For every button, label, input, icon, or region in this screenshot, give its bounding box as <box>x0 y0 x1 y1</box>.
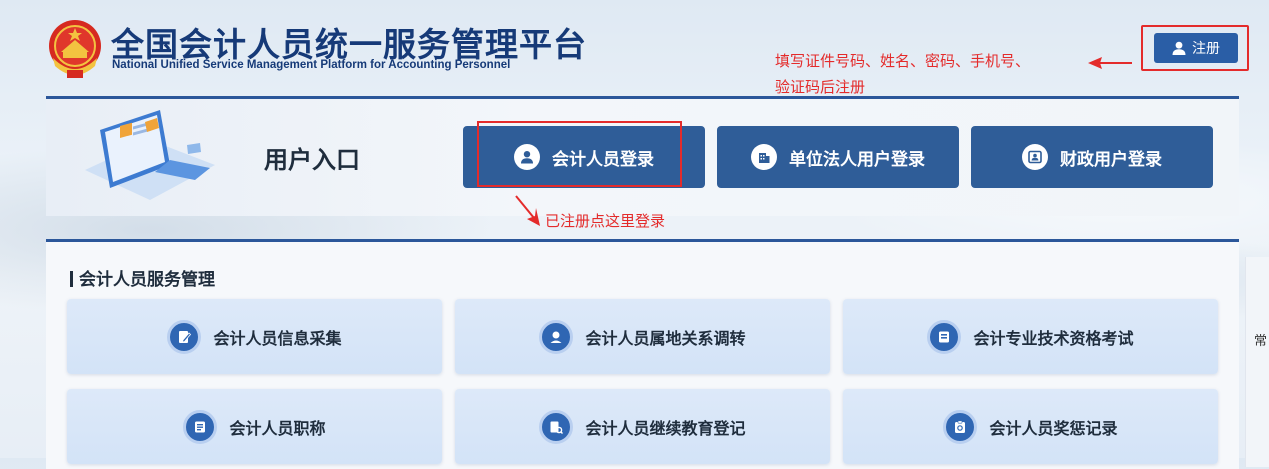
service-card-jurisdiction-transfer[interactable]: 会计人员属地关系调转 <box>455 299 830 374</box>
computer-illustration-icon <box>85 110 215 200</box>
education-search-icon <box>539 409 574 444</box>
site-subtitle: National Unified Service Management Plat… <box>112 59 511 71</box>
register-button[interactable]: 注册 <box>1154 33 1238 63</box>
finance-user-login-button[interactable]: 财政用户登录 <box>971 126 1213 188</box>
service-card-label: 会计人员职称 <box>229 418 326 438</box>
user-entry-title: 用户入口 <box>264 146 360 174</box>
side-panel-text: 常 <box>1254 334 1268 349</box>
service-card-label: 会计人员奖惩记录 <box>989 418 1118 438</box>
register-annotation-line1: 填写证件号码、姓名、密码、手机号、 <box>775 52 1031 70</box>
legal-entity-login-button[interactable]: 单位法人用户登录 <box>717 126 959 188</box>
location-icon <box>539 319 574 354</box>
side-panel <box>1245 257 1269 467</box>
register-annotation-arrow <box>1088 57 1132 69</box>
finance-user-login-label: 财政用户登录 <box>1060 149 1162 170</box>
record-clipboard-icon <box>943 409 978 444</box>
service-card-professional-title[interactable]: 会计人员职称 <box>67 389 442 464</box>
user-icon <box>1172 41 1186 55</box>
edit-document-icon <box>167 319 202 354</box>
national-emblem-icon <box>49 20 101 78</box>
service-card-reward-record[interactable]: 会计人员奖惩记录 <box>843 389 1218 464</box>
service-card-label: 会计人员信息采集 <box>213 328 342 348</box>
service-section-title-text: 会计人员服务管理 <box>79 270 215 290</box>
register-annotation-line2: 验证码后注册 <box>775 78 866 96</box>
service-card-label: 会计人员属地关系调转 <box>585 328 746 348</box>
service-card-label: 会计专业技术资格考试 <box>973 328 1134 348</box>
legal-entity-login-label: 单位法人用户登录 <box>789 149 925 170</box>
service-card-qualification-exam[interactable]: 会计专业技术资格考试 <box>843 299 1218 374</box>
login-annotation-arrow <box>515 195 540 226</box>
service-card-info-collection[interactable]: 会计人员信息采集 <box>67 299 442 374</box>
exam-icon <box>927 319 962 354</box>
building-icon <box>751 144 777 170</box>
service-section-title: 会计人员服务管理 <box>70 265 215 290</box>
id-card-icon <box>1022 144 1048 170</box>
service-card-continuing-education[interactable]: 会计人员继续教育登记 <box>455 389 830 464</box>
title-list-icon <box>183 409 218 444</box>
login-highlight-box <box>477 121 682 187</box>
service-card-label: 会计人员继续教育登记 <box>585 418 746 438</box>
login-annotation: 已注册点这里登录 <box>545 212 666 230</box>
register-label: 注册 <box>1192 41 1220 57</box>
